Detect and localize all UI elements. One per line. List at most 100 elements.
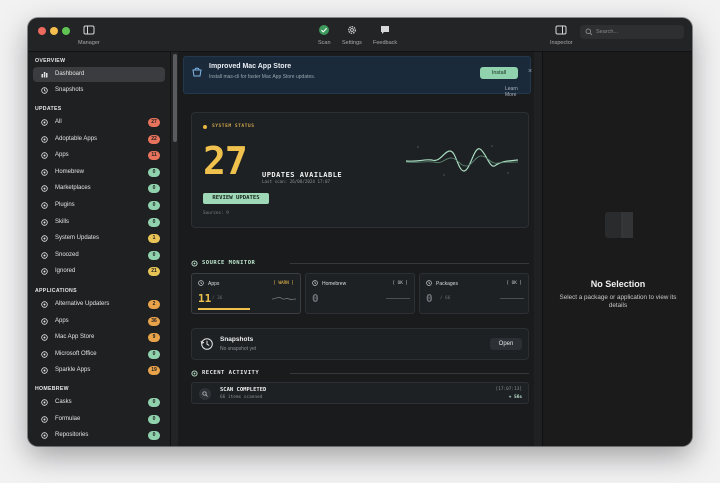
settings-button[interactable]: Settings	[342, 24, 362, 46]
app-window: Manager Scan Settings Feedback Inspector…	[28, 18, 692, 446]
sidebar-item-label: Dashboard	[55, 71, 85, 77]
manager-toggle-button[interactable]: Manager	[78, 24, 100, 46]
card-status-tag: [ WARN ]	[273, 281, 294, 286]
open-snapshots-button[interactable]: Open	[490, 338, 522, 350]
maximize-window-button[interactable]	[62, 27, 70, 35]
sidebar-item-marketplaces[interactable]: Marketplaces 0	[33, 181, 165, 196]
category-icon	[41, 268, 48, 276]
sidebar-item-alternative-updaters[interactable]: Alternative Updaters 2	[33, 297, 165, 312]
review-updates-button[interactable]: REVIEW UPDATES	[203, 193, 269, 204]
sidebar-item-sparkle-apps[interactable]: Sparkle Apps 19	[33, 363, 165, 378]
source-card-apps[interactable]: Apps [ WARN ] 11 / 36	[191, 273, 301, 314]
sidebar-item-label: Skills	[55, 218, 70, 225]
sidebar: OVERVIEW Dashboard Snapshots UPDATES All…	[28, 52, 171, 446]
sidebar-item-all[interactable]: All 27	[33, 115, 165, 130]
card-value: 11	[198, 292, 212, 305]
sidebar-item-formulae[interactable]: Formulae 0	[33, 412, 165, 427]
learn-more-link[interactable]: Learn More	[505, 86, 530, 98]
count-badge: 0	[148, 398, 160, 407]
recent-activity-heading: RECENT ACTIVITY	[202, 370, 260, 376]
section-updates: UPDATES	[35, 106, 62, 112]
section-overview: OVERVIEW	[35, 58, 66, 64]
main-scrollbar[interactable]	[534, 52, 542, 446]
sidebar-item-label: Snapshots	[55, 87, 84, 93]
sidebar-item-adoptable-apps[interactable]: Adoptable Apps 22	[33, 132, 165, 147]
settings-label: Settings	[342, 40, 362, 46]
source-card-homebrew[interactable]: Homebrew [ OK ] 0	[305, 273, 415, 314]
category-icon	[41, 399, 48, 406]
activity-icon	[191, 370, 198, 377]
card-name: Homebrew	[322, 281, 347, 287]
count-badge: 22	[148, 134, 160, 144]
activity-row[interactable]: SCAN COMPLETED 66 items scanned [17:07:1…	[191, 382, 529, 404]
card-value: 0	[426, 292, 433, 305]
updates-available-label: UPDATES AVAILABLE	[262, 171, 343, 179]
category-icon	[41, 169, 48, 176]
history-icon	[200, 338, 213, 350]
no-selection-subtitle: Select a package or application to view …	[559, 294, 677, 309]
sidebar-item-skills[interactable]: Skills 0	[33, 215, 165, 230]
sidebar-item-ignored[interactable]: Ignored 21	[33, 264, 165, 279]
flat-sparkline	[500, 298, 524, 299]
count-badge: 0	[148, 217, 160, 227]
sidebar-item-apps[interactable]: Apps 36	[33, 314, 165, 329]
category-icon	[41, 334, 48, 341]
scan-button[interactable]: Scan	[318, 24, 331, 46]
sidebar-item-label: Ignored	[55, 268, 76, 275]
sidebar-item-repositories[interactable]: Repositories 0	[33, 428, 165, 443]
flat-sparkline	[386, 298, 410, 299]
sidebar-item-dashboard[interactable]: Dashboard	[33, 67, 165, 82]
manager-label: Manager	[78, 40, 100, 46]
inspector-panel-icon	[555, 25, 567, 35]
close-window-button[interactable]	[38, 27, 46, 35]
sidebar-item-label: Mac App Store	[55, 334, 95, 341]
install-button[interactable]: Install	[480, 67, 518, 79]
count-badge: 19	[148, 366, 160, 376]
sidebar-item-label: Plugins	[55, 202, 75, 208]
sidebar-item-plugins[interactable]: Plugins 0	[33, 198, 165, 213]
scan-label: Scan	[318, 40, 331, 46]
dashboard-content: Improved Mac App Store Install mas-cli f…	[178, 52, 542, 446]
count-badge: 27	[148, 118, 160, 127]
minimize-window-button[interactable]	[50, 27, 58, 35]
search-input[interactable]: Search...	[580, 25, 684, 39]
count-badge: 0	[148, 201, 160, 210]
source-card-packages[interactable]: Packages [ OK ] 0 / 66	[419, 273, 529, 314]
sidebar-item-system-updates[interactable]: System Updates 1	[33, 231, 165, 246]
divider	[290, 263, 529, 264]
feedback-button[interactable]: Feedback	[373, 24, 397, 46]
category-icon	[41, 415, 48, 423]
category-icon	[41, 367, 48, 375]
card-total: / 66	[440, 296, 451, 301]
sidebar-item-homebrew[interactable]: Homebrew 0	[33, 165, 165, 180]
search-placeholder: Search...	[596, 29, 619, 35]
section-applications: APPLICATIONS	[35, 288, 77, 294]
sidebar-scrollbar[interactable]	[171, 52, 178, 446]
snapshots-title: Snapshots	[220, 336, 254, 343]
banner-title: Improved Mac App Store	[209, 63, 292, 70]
scan-icon-bg	[199, 388, 211, 400]
category-icon	[41, 432, 48, 439]
sidebar-item-apps[interactable]: Apps 11	[33, 148, 165, 163]
sources-count: Sources: 9	[203, 211, 229, 216]
last-scan-text: Last scan: 26/08/2024 17:07	[262, 179, 331, 184]
feedback-label: Feedback	[373, 40, 398, 46]
count-badge: 9	[148, 333, 160, 343]
sidebar-scroll-thumb[interactable]	[173, 54, 177, 142]
sidebar-item-snoozed[interactable]: Snoozed 0	[33, 248, 165, 263]
mas-banner: Improved Mac App Store Install mas-cli f…	[183, 56, 532, 98]
clock-icon	[426, 280, 432, 286]
activity-subtitle: 66 items scanned	[220, 395, 263, 400]
clock-icon	[312, 280, 318, 286]
activity-title: SCAN COMPLETED	[220, 387, 267, 393]
sidebar-item-snapshots[interactable]: Snapshots	[33, 83, 165, 98]
sidebar-item-casks[interactable]: Casks 0	[33, 395, 165, 410]
card-value: 0	[312, 292, 319, 305]
close-banner-icon[interactable]: ×	[528, 68, 532, 75]
sidebar-item-mac-app-store[interactable]: Mac App Store 9	[33, 330, 165, 345]
chart-bars-icon	[41, 72, 48, 78]
sidebar-item-label: Snoozed	[55, 251, 79, 258]
category-icon	[41, 235, 48, 242]
sidebar-item-microsoft-office[interactable]: Microsoft Office 0	[33, 347, 165, 362]
inspector-toggle-button[interactable]: Inspector	[550, 24, 573, 46]
